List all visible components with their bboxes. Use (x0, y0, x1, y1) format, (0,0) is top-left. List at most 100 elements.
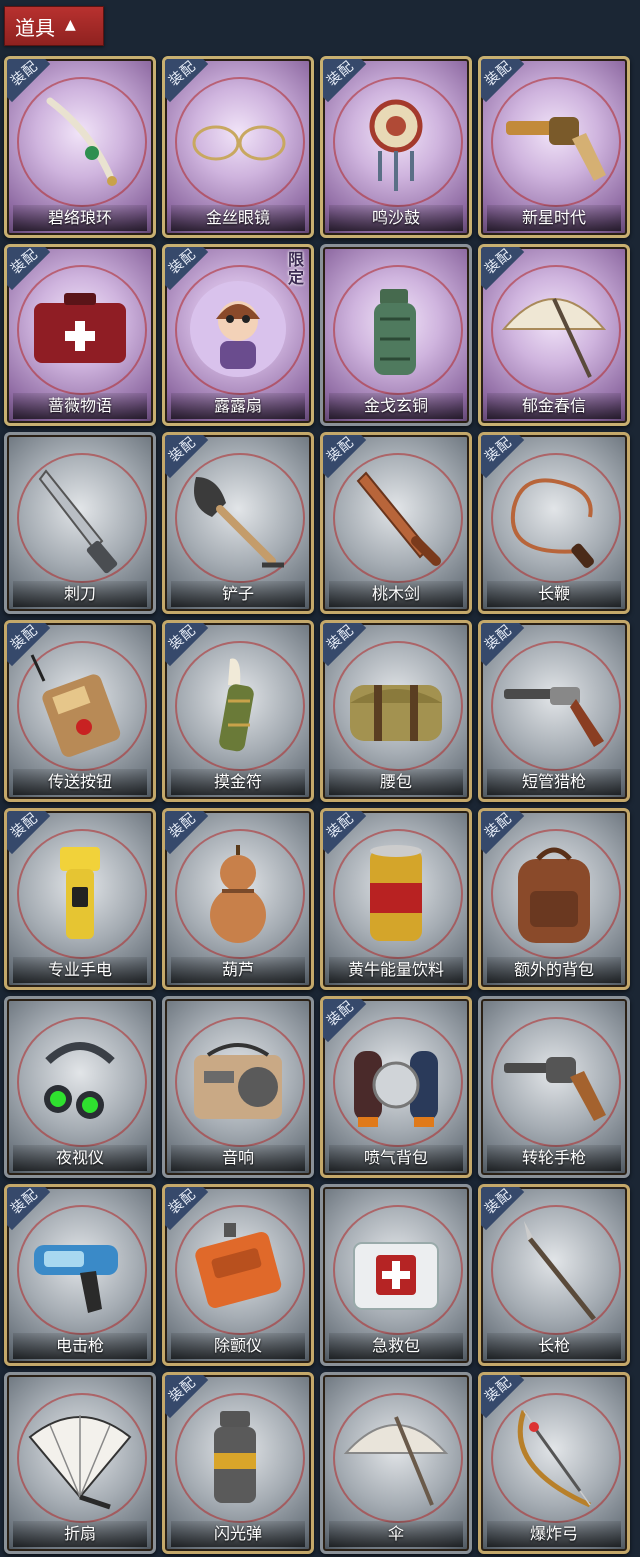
item-card[interactable]: 装配长枪 (478, 1184, 630, 1366)
equip-badge: 装配 (165, 1185, 221, 1243)
equip-badge: 装配 (323, 997, 379, 1055)
item-card[interactable]: 装配铲子 (162, 432, 314, 614)
equip-badge-label: 装配 (8, 245, 42, 278)
item-name: 桃木剑 (329, 581, 463, 607)
item-name: 夜视仪 (13, 1145, 147, 1171)
item-name: 郁金春信 (487, 393, 621, 419)
item-card[interactable]: 装配腰包 (320, 620, 472, 802)
item-card[interactable]: 装配桃木剑 (320, 432, 472, 614)
item-card[interactable]: 装配黄牛能量饮料 (320, 808, 472, 990)
item-card[interactable]: 装配喷气背包 (320, 996, 472, 1178)
equip-badge: 装配 (165, 245, 221, 303)
item-card[interactable]: 装配 碧络琅环 (4, 56, 156, 238)
items-section-header[interactable]: 道具 ▲ (4, 6, 104, 46)
equip-badge: 装配 (165, 809, 221, 867)
equip-badge-label: 装配 (482, 1185, 516, 1218)
equip-badge-label: 装配 (324, 57, 358, 90)
item-card[interactable]: 装配短管猎枪 (478, 620, 630, 802)
item-name: 伞 (329, 1521, 463, 1547)
item-card[interactable]: 装配电击枪 (4, 1184, 156, 1366)
bronze-grenade-icon (323, 269, 469, 389)
equip-badge: 装配 (323, 435, 379, 491)
equip-badge-label: 装配 (166, 1185, 200, 1218)
item-card[interactable]: 装配蔷薇物语 (4, 244, 156, 426)
equip-badge-label: 装配 (166, 245, 200, 278)
equip-badge-label: 装配 (166, 57, 200, 90)
item-card[interactable]: 转轮手枪 (478, 996, 630, 1178)
item-card[interactable]: 急救包 (320, 1184, 472, 1366)
equip-badge: 装配 (165, 433, 221, 491)
equip-badge: 装配 (481, 1185, 537, 1243)
equip-badge: 装配 (481, 1375, 537, 1431)
item-name: 电击枪 (13, 1333, 147, 1359)
chevron-up-icon[interactable]: ▲ (65, 17, 76, 33)
item-name: 爆炸弓 (487, 1521, 621, 1547)
revolver-icon (481, 1021, 627, 1141)
equip-badge: 装配 (323, 57, 379, 115)
equip-badge: 装配 (7, 59, 63, 115)
item-card[interactable]: 装配郁金春信 (478, 244, 630, 426)
item-name: 除颤仪 (171, 1333, 305, 1359)
item-name: 长枪 (487, 1333, 621, 1359)
item-card[interactable]: 装配 鸣沙鼓 (320, 56, 472, 238)
item-name: 喷气背包 (329, 1145, 463, 1171)
equip-badge: 装配 (7, 245, 63, 303)
item-name: 腰包 (329, 769, 463, 795)
equip-badge-label: 装配 (324, 621, 358, 654)
equip-badge: 装配 (7, 621, 63, 679)
folding-fan-icon (7, 1397, 153, 1517)
equip-badge-label: 装配 (166, 621, 200, 654)
equip-badge-label: 装配 (324, 809, 358, 842)
item-name: 额外的背包 (487, 957, 621, 983)
item-name: 金丝眼镜 (171, 205, 305, 231)
night-vision-icon (7, 1021, 153, 1141)
equip-badge: 装配 (323, 621, 379, 679)
equip-badge: 装配 (165, 1373, 221, 1431)
item-card[interactable]: 装配金丝眼镜 (162, 56, 314, 238)
item-card[interactable]: 音响 (162, 996, 314, 1178)
item-card[interactable]: 装配额外的背包 (478, 808, 630, 990)
item-card[interactable]: 折扇 (4, 1372, 156, 1554)
item-card[interactable]: 刺刀 (4, 432, 156, 614)
item-name: 黄牛能量饮料 (329, 957, 463, 983)
equip-badge-label: 装配 (482, 57, 516, 90)
section-title: 道具 (15, 15, 55, 40)
item-name: 蔷薇物语 (13, 393, 147, 419)
first-aid-kit-icon (323, 1209, 469, 1329)
item-card[interactable]: 装配闪光弹 (162, 1372, 314, 1554)
item-card[interactable]: 夜视仪 (4, 996, 156, 1178)
item-card[interactable]: 装配专业手电 (4, 808, 156, 990)
equip-badge-label: 装配 (166, 433, 200, 466)
equip-badge: 装配 (481, 809, 537, 867)
item-card[interactable]: 装配 摸金符 (162, 620, 314, 802)
item-name: 转轮手枪 (487, 1145, 621, 1171)
item-card[interactable]: 装配 限定 露露扇 (162, 244, 314, 426)
equip-badge: 装配 (7, 1187, 63, 1243)
item-card[interactable]: 伞 (320, 1372, 472, 1554)
equip-badge-label: 装配 (8, 809, 42, 842)
item-name: 新星时代 (487, 205, 621, 231)
equip-badge-label: 装配 (324, 997, 358, 1030)
item-name: 铲子 (171, 581, 305, 607)
equip-badge: 装配 (7, 809, 63, 867)
item-name: 闪光弹 (171, 1521, 305, 1547)
equip-badge: 装配 (323, 809, 379, 867)
item-name: 专业手电 (13, 957, 147, 983)
equip-badge-label: 装配 (166, 809, 200, 842)
item-card[interactable]: 装配除颤仪 (162, 1184, 314, 1366)
item-name: 长鞭 (487, 581, 621, 607)
item-card[interactable]: 装配 葫芦 (162, 808, 314, 990)
equip-badge-label: 装配 (166, 1373, 200, 1406)
equip-badge-label: 装配 (482, 621, 516, 654)
item-card[interactable]: 金戈玄铜 (320, 244, 472, 426)
equip-badge: 装配 (481, 245, 537, 303)
item-card[interactable]: 装配 传送按钮 (4, 620, 156, 802)
item-name: 短管猎枪 (487, 769, 621, 795)
equip-badge-label: 装配 (482, 245, 516, 278)
equip-badge-label: 装配 (8, 621, 42, 654)
item-card[interactable]: 装配爆炸弓 (478, 1372, 630, 1554)
item-card[interactable]: 装配新星时代 (478, 56, 630, 238)
equip-badge-label: 装配 (482, 809, 516, 842)
item-card[interactable]: 装配 长鞭 (478, 432, 630, 614)
limited-badge: 限定 (287, 250, 304, 287)
